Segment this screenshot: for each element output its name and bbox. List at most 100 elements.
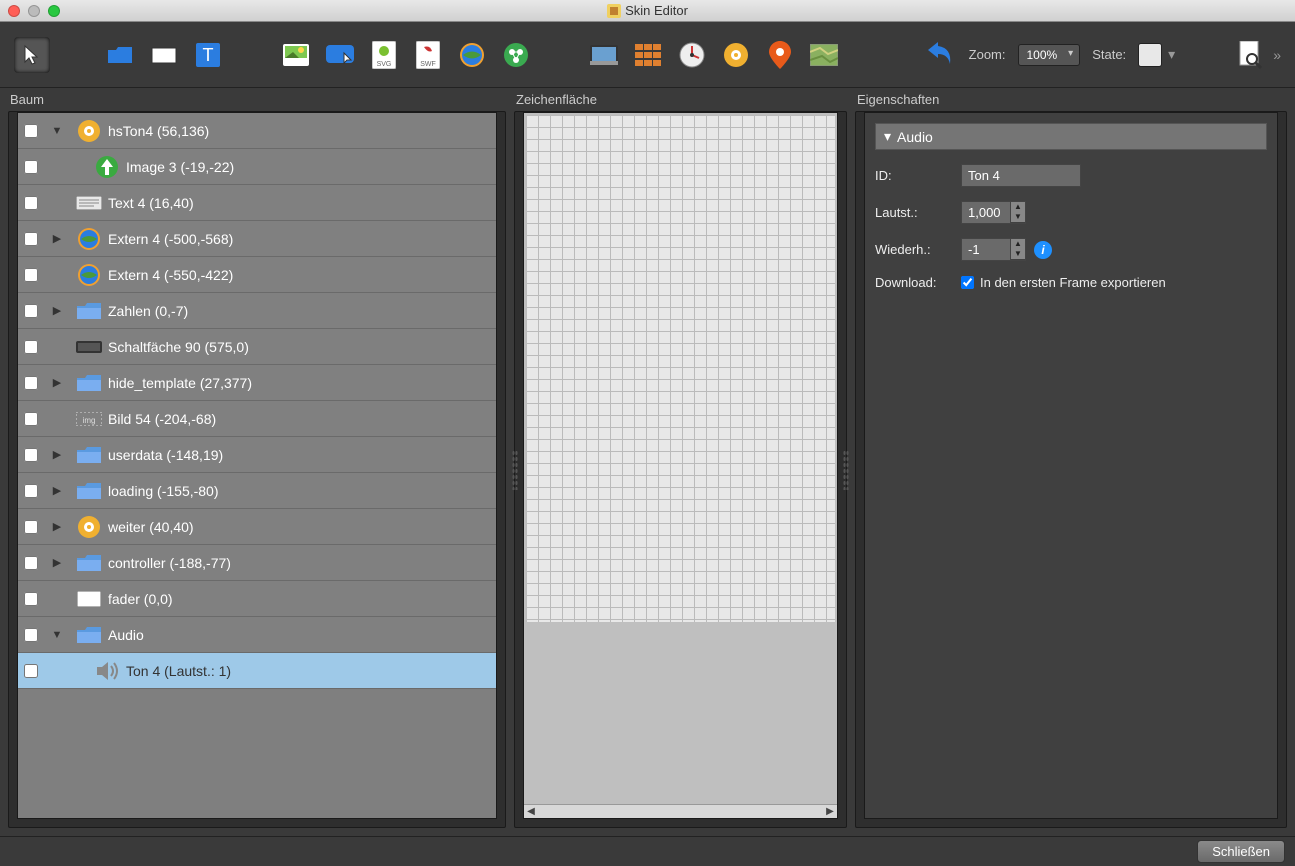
app-icon (607, 4, 621, 18)
close-button[interactable]: Schließen (1197, 840, 1285, 863)
expander-icon[interactable]: ▶ (50, 556, 64, 569)
seekbar-tool-button[interactable] (630, 37, 666, 73)
tree-row[interactable]: Extern 4 (-550,-422) (18, 257, 496, 293)
state-dropdown-icon[interactable]: ▾ (1168, 46, 1175, 63)
properties-panel: ▾ Audio ID: Lautst.: ▲▼ Wiederh.: (864, 112, 1278, 819)
tree-item-label: Image 3 (-19,-22) (126, 159, 234, 175)
properties-panel-label: Eigenschaften (855, 88, 1287, 111)
visibility-checkbox[interactable] (24, 376, 38, 390)
expander-icon[interactable]: ▶ (50, 232, 64, 245)
button-icon (76, 334, 102, 360)
visibility-checkbox[interactable] (24, 484, 38, 498)
scroll-left-icon[interactable]: ◀ (524, 806, 538, 817)
visibility-checkbox[interactable] (24, 628, 38, 642)
expander-icon[interactable]: ▼ (50, 125, 64, 137)
tree-row[interactable]: ▶controller (-188,-77) (18, 545, 496, 581)
scroll-right-icon[interactable]: ▶ (823, 806, 837, 817)
container-tool-button[interactable] (102, 37, 138, 73)
tree-row[interactable]: ▶ userdata (-148,19) (18, 437, 496, 473)
tree-row[interactable]: Image 3 (-19,-22) (18, 149, 496, 185)
repeat-input[interactable] (961, 238, 1011, 261)
hotspot-template-button[interactable] (718, 37, 754, 73)
audio-section-header[interactable]: ▾ Audio (875, 123, 1267, 150)
state-color-button[interactable] (1138, 43, 1162, 67)
tree-item-label: weiter (40,40) (108, 519, 194, 535)
tree-item-label: Extern 4 (-500,-568) (108, 231, 233, 247)
visibility-checkbox[interactable] (24, 304, 38, 318)
splitter-left[interactable] (512, 450, 518, 490)
rect-icon (76, 586, 102, 612)
rectangle-tool-button[interactable] (146, 37, 182, 73)
tree-row[interactable]: imgBild 54 (-204,-68) (18, 401, 496, 437)
globe-icon (76, 262, 102, 288)
id-input[interactable] (961, 164, 1081, 187)
visibility-checkbox[interactable] (24, 412, 38, 426)
button-tool-button[interactable] (322, 37, 358, 73)
tree-item-label: Ton 4 (Lautst.: 1) (126, 663, 231, 679)
video-tool-button[interactable] (586, 37, 622, 73)
visibility-checkbox[interactable] (24, 196, 38, 210)
splitter-right[interactable] (843, 450, 849, 490)
visibility-checkbox[interactable] (24, 340, 38, 354)
swf-tool-button[interactable]: SWF (410, 37, 446, 73)
download-checkbox[interactable]: In den ersten Frame exportieren (961, 275, 1166, 290)
undo-button[interactable] (921, 37, 957, 73)
pointer-tool-button[interactable] (14, 37, 50, 73)
nodemarker-tool-button[interactable] (498, 37, 534, 73)
folder-icon (76, 370, 102, 396)
download-checkbox-label: In den ersten Frame exportieren (980, 275, 1166, 290)
visibility-checkbox[interactable] (24, 448, 38, 462)
map-tool-button[interactable] (806, 37, 842, 73)
tree-row[interactable]: ▼ Audio (18, 617, 496, 653)
tree-item-label: Audio (108, 627, 144, 643)
tree-item-label: userdata (-148,19) (108, 447, 223, 463)
tree-row[interactable]: ▶loading (-155,-80) (18, 473, 496, 509)
visibility-checkbox[interactable] (24, 664, 38, 678)
tree-row[interactable]: ▶Zahlen (0,-7) (18, 293, 496, 329)
download-label: Download: (875, 275, 953, 290)
marker-template-button[interactable] (762, 37, 798, 73)
tree-row[interactable]: Ton 4 (Lautst.: 1) (18, 653, 496, 689)
visibility-checkbox[interactable] (24, 592, 38, 606)
canvas[interactable]: ◀ ▶ (523, 112, 838, 819)
expander-icon[interactable]: ▶ (50, 304, 64, 317)
text-tool-button[interactable]: T (190, 37, 226, 73)
volume-input[interactable] (961, 201, 1011, 224)
tree-item-label: Bild 54 (-204,-68) (108, 411, 216, 427)
toolbar-overflow-icon[interactable]: » (1273, 47, 1281, 63)
zoom-dropdown[interactable]: 100% (1018, 44, 1081, 66)
visibility-checkbox[interactable] (24, 520, 38, 534)
info-icon[interactable]: i (1034, 241, 1052, 259)
tree-item-label: fader (0,0) (108, 591, 173, 607)
external-tool-button[interactable] (454, 37, 490, 73)
visibility-checkbox[interactable] (24, 232, 38, 246)
expander-icon[interactable]: ▶ (50, 520, 64, 533)
expander-icon[interactable]: ▶ (50, 376, 64, 389)
tree-row[interactable]: Schaltfäche 90 (575,0) (18, 329, 496, 365)
tree-row[interactable]: ▶ weiter (40,40) (18, 509, 496, 545)
visibility-checkbox[interactable] (24, 160, 38, 174)
tree-view[interactable]: ▼hsTon4 (56,136) Image 3 (-19,-22) Text 4 … (17, 112, 497, 819)
download-checkbox-input[interactable] (961, 276, 974, 289)
tree-row[interactable]: ▼hsTon4 (56,136) (18, 113, 496, 149)
volume-spinner[interactable]: ▲▼ (1011, 201, 1026, 224)
tree-row[interactable]: Text 4 (16,40) (18, 185, 496, 221)
repeat-spinner[interactable]: ▲▼ (1011, 238, 1026, 261)
svg-tool-button[interactable]: SVG (366, 37, 402, 73)
expander-icon[interactable]: ▶ (50, 484, 64, 497)
timer-tool-button[interactable] (674, 37, 710, 73)
expander-icon[interactable]: ▼ (50, 629, 64, 641)
canvas-grid[interactable] (526, 115, 835, 622)
visibility-checkbox[interactable] (24, 124, 38, 138)
tree-row[interactable]: ▶hide_template (27,377) (18, 365, 496, 401)
search-button[interactable] (1231, 37, 1267, 73)
visibility-checkbox[interactable] (24, 268, 38, 282)
tree-row[interactable]: fader (0,0) (18, 581, 496, 617)
expander-icon[interactable]: ▶ (50, 448, 64, 461)
image-tool-button[interactable] (278, 37, 314, 73)
id-label: ID: (875, 168, 953, 183)
tree-row[interactable]: ▶ Extern 4 (-500,-568) (18, 221, 496, 257)
canvas-panel-label: Zeichenfläche (514, 88, 847, 111)
horizontal-scrollbar[interactable]: ◀ ▶ (524, 804, 837, 818)
visibility-checkbox[interactable] (24, 556, 38, 570)
